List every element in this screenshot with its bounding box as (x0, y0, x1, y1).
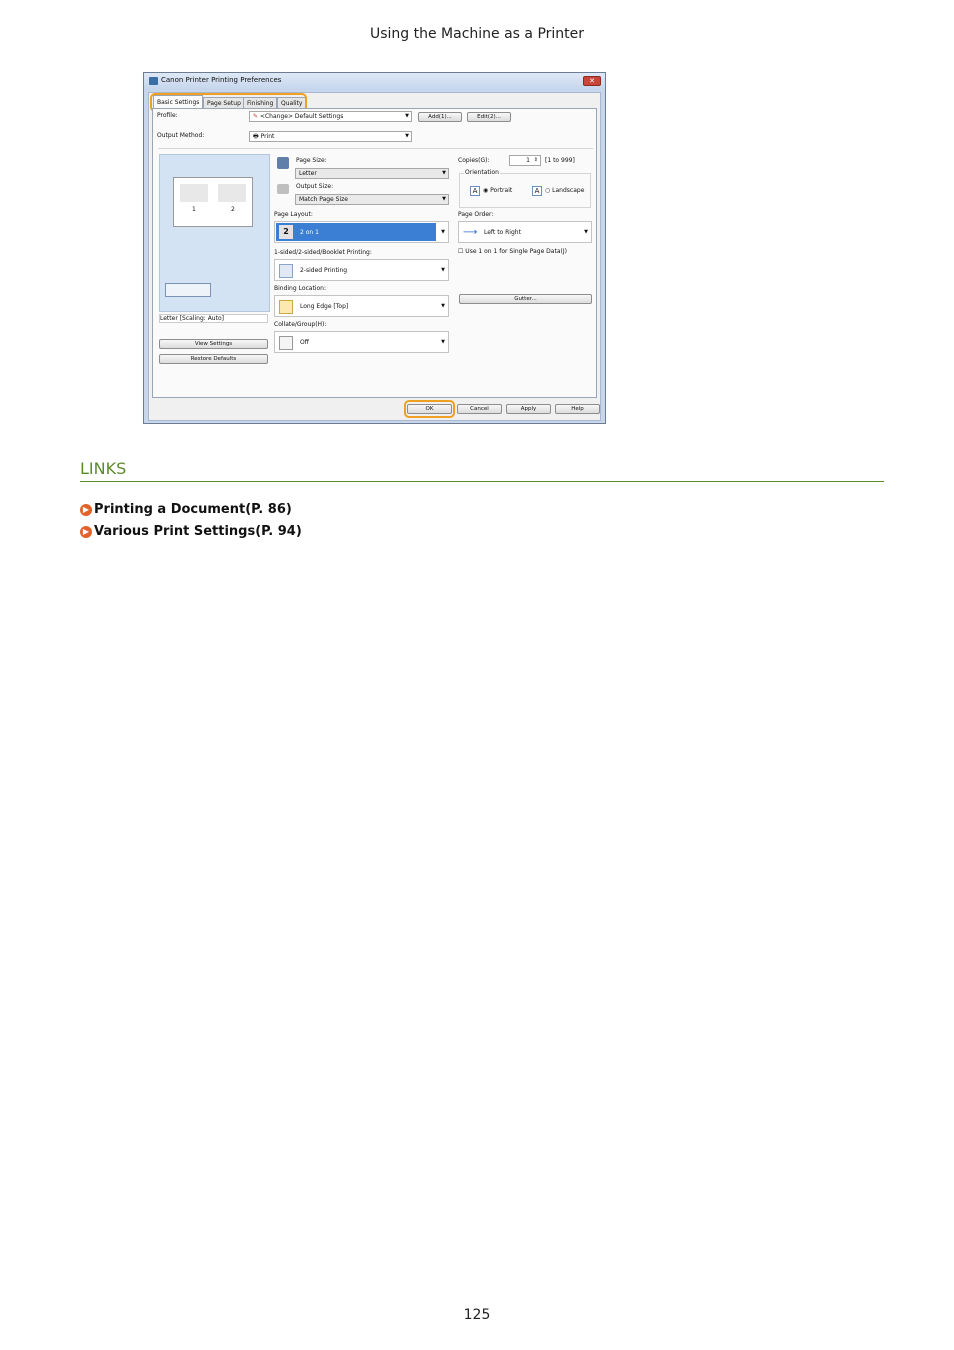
spinner-arrows-icon: ⇕ (533, 157, 538, 163)
ok-highlight (404, 400, 455, 418)
use-1on1-checkbox[interactable]: ☐ Use 1 on 1 for Single Page Data(J) (458, 248, 567, 255)
copies-label: Copies(G): (458, 157, 490, 164)
sided-printing-select[interactable]: 2-sided Printing ▼ (274, 259, 449, 281)
collate-label: Collate/Group(H): (274, 321, 327, 328)
profile-value: <Change> Default Settings (259, 113, 344, 120)
chevron-down-icon: ▼ (441, 267, 445, 273)
preview-page-2-image (218, 184, 246, 202)
preview-sheet: 1 2 (173, 177, 253, 227)
page-size-value: Letter (299, 170, 317, 177)
arrow-bullet-icon: ▶ (80, 525, 92, 538)
page-order-value: Left to Right (484, 229, 521, 236)
basic-settings-panel: Profile: ✎ <Change> Default Settings ▼ A… (152, 108, 597, 398)
two-sided-icon (279, 264, 293, 278)
preview-page-1-number: 1 (192, 206, 196, 213)
dialog-title: Canon Printer Printing Preferences (161, 76, 282, 84)
binding-location-select[interactable]: Long Edge [Top] ▼ (274, 295, 449, 317)
portrait-radio[interactable]: ◉ Portrait (483, 187, 512, 194)
running-header: Using the Machine as a Printer (369, 26, 585, 42)
arrow-bullet-icon: ▶ (80, 503, 92, 516)
page-layout-value: 2 on 1 (300, 229, 319, 236)
output-size-value: Match Page Size (299, 196, 348, 203)
use-1on1-label: Use 1 on 1 for Single Page Data(J) (465, 248, 567, 255)
binding-icon (279, 300, 293, 314)
output-size-icon (277, 184, 289, 194)
chevron-down-icon: ▼ (405, 113, 409, 119)
page-size-label: Page Size: (296, 157, 327, 164)
printer-icon (149, 77, 158, 85)
preview-page-1-image (180, 184, 208, 202)
landscape-label: Landscape (552, 187, 585, 194)
output-method-select[interactable]: 🖶 Print ▼ (249, 131, 412, 142)
print-icon: 🖶 (253, 133, 259, 140)
output-size-label: Output Size: (296, 183, 334, 190)
copies-range: [1 to 999] (545, 157, 575, 164)
orientation-group: Orientation A ◉ Portrait A ○ Landscape (459, 169, 591, 208)
page-layout-select[interactable]: 2 2 on 1 ▼ (274, 221, 449, 243)
binding-location-label: Binding Location: (274, 285, 326, 292)
page-number: 125 (463, 1307, 491, 1323)
collate-icon (279, 336, 293, 350)
printing-preferences-dialog: Canon Printer Printing Preferences ✕ Bas… (143, 72, 606, 424)
add-button[interactable]: Add(1)... (418, 112, 462, 122)
portrait-icon: A (470, 186, 480, 196)
link-printing-a-document[interactable]: ▶ Printing a Document(P. 86) (80, 502, 292, 517)
edit-button[interactable]: Edit(2)... (467, 112, 511, 122)
pencil-icon: ✎ (253, 113, 259, 120)
gutter-button[interactable]: Gutter... (459, 294, 592, 304)
portrait-label: Portrait (490, 187, 513, 194)
view-settings-button[interactable]: View Settings (159, 339, 268, 349)
chevron-down-icon: ▼ (442, 170, 446, 176)
page-layout-icon: 2 (279, 225, 293, 239)
orientation-label: Orientation (464, 169, 500, 176)
chevron-down-icon: ▼ (405, 133, 409, 139)
collate-select[interactable]: Off ▼ (274, 331, 449, 353)
collate-value: Off (300, 339, 309, 346)
profile-select[interactable]: ✎ <Change> Default Settings ▼ (249, 111, 412, 122)
preview-toggle-icon[interactable] (165, 283, 211, 297)
separator (158, 148, 593, 149)
preview-page-2-number: 2 (231, 206, 235, 213)
dialog-client: Basic Settings Page Setup Finishing Qual… (148, 92, 601, 421)
apply-button[interactable]: Apply (506, 404, 551, 414)
profile-label: Profile: (157, 112, 178, 119)
landscape-icon: A (532, 186, 542, 196)
arrow-right-icon: ⟶ (463, 227, 478, 238)
links-divider (80, 481, 884, 482)
sided-printing-label: 1-sided/2-sided/Booklet Printing: (274, 249, 372, 256)
chevron-down-icon: ▼ (441, 339, 445, 345)
link-text: Printing a Document(P. 86) (94, 502, 292, 517)
dialog-titlebar: Canon Printer Printing Preferences ✕ (144, 73, 605, 90)
output-method-value: Print (260, 133, 275, 140)
layout-preview: 1 2 (159, 154, 270, 312)
page-size-select[interactable]: Letter ▼ (295, 168, 449, 179)
link-various-print-settings[interactable]: ▶ Various Print Settings(P. 94) (80, 524, 302, 539)
copies-value: 1 (526, 157, 530, 164)
output-size-select[interactable]: Match Page Size ▼ (295, 194, 449, 205)
help-button[interactable]: Help (555, 404, 600, 414)
cancel-button[interactable]: Cancel (457, 404, 502, 414)
link-text: Various Print Settings(P. 94) (94, 524, 302, 539)
links-heading: LINKS (80, 459, 127, 478)
page-layout-label: Page Layout: (274, 211, 313, 218)
landscape-radio[interactable]: ○ Landscape (545, 187, 584, 194)
sided-printing-value: 2-sided Printing (300, 267, 348, 274)
chevron-down-icon: ▼ (584, 229, 588, 235)
chevron-down-icon: ▼ (441, 229, 445, 235)
copies-spinner[interactable]: 1 ⇕ (509, 155, 541, 166)
chevron-down-icon: ▼ (441, 303, 445, 309)
preview-caption: Letter [Scaling: Auto] (159, 314, 268, 323)
close-button[interactable]: ✕ (583, 76, 601, 86)
page-size-icon (277, 157, 289, 169)
restore-defaults-button[interactable]: Restore Defaults (159, 354, 268, 364)
page-order-select[interactable]: ⟶ Left to Right ▼ (458, 221, 592, 243)
chevron-down-icon: ▼ (442, 196, 446, 202)
output-method-label: Output Method: (157, 132, 205, 139)
binding-location-value: Long Edge [Top] (300, 303, 349, 310)
page-order-label: Page Order: (458, 211, 494, 218)
